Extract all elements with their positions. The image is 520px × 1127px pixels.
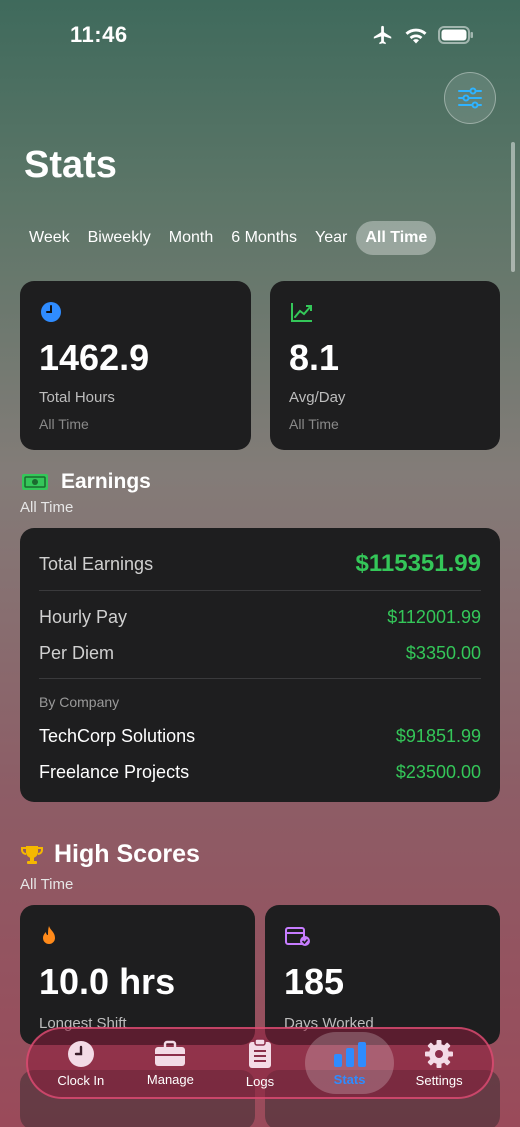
total-hours-value: 1462.9: [39, 337, 150, 378]
high-scores-period: All Time: [20, 876, 74, 893]
company-row: Freelance Projects $23500.00: [39, 762, 481, 783]
scroll-indicator[interactable]: [511, 142, 515, 272]
avg-day-label: Avg/Day: [289, 389, 346, 406]
range-tab-all-time[interactable]: All Time: [356, 221, 437, 255]
per-diem-label: Per Diem: [39, 643, 115, 663]
earnings-title: Earnings: [61, 470, 151, 493]
avg-day-period: All Time: [289, 416, 339, 432]
flame-icon: [43, 926, 55, 944]
avg-day-card: 8.1 Avg/Day All Time: [270, 281, 500, 450]
longest-shift-card: 10.0 hrs Longest Shift: [20, 905, 255, 1045]
company-name: Freelance Projects: [39, 762, 190, 782]
range-tab-6-months[interactable]: 6 Months: [222, 221, 306, 255]
status-bar: 11:46: [0, 0, 520, 70]
clipboard-icon: [248, 1037, 271, 1068]
range-tab-month[interactable]: Month: [160, 221, 222, 255]
total-hours-period: All Time: [39, 416, 89, 432]
days-worked-value: 185: [284, 961, 345, 1002]
clock-icon: [41, 302, 61, 322]
company-name: TechCorp Solutions: [39, 726, 196, 746]
hourly-pay-row: Hourly Pay $112001.99: [39, 607, 481, 628]
trophy-icon: [21, 846, 43, 864]
status-icons: [372, 24, 474, 46]
sliders-icon: [458, 87, 482, 109]
longest-shift-value: 10.0 hrs: [39, 961, 176, 1002]
tab-label: Manage: [146, 1071, 194, 1087]
days-worked-card: 185 Days Worked: [265, 905, 500, 1045]
tab-bar: Clock In Manage Logs Stats Settings: [26, 1027, 494, 1099]
divider: [39, 678, 481, 679]
filter-button[interactable]: [444, 72, 496, 124]
per-diem-value: $3350.00: [405, 643, 481, 663]
range-tab-biweekly[interactable]: Biweekly: [79, 221, 160, 255]
tab-label: Clock In: [57, 1072, 105, 1088]
gear-icon: [425, 1039, 454, 1068]
total-earnings-value: $115351.99: [355, 550, 481, 577]
company-row: TechCorp Solutions $91851.99: [39, 726, 481, 747]
earnings-period: All Time: [20, 499, 74, 516]
airplane-icon: [373, 25, 392, 45]
total-hours-card: 1462.9 Total Hours All Time: [20, 281, 251, 450]
hourly-pay-value: $112001.99: [387, 607, 481, 627]
money-icon: [22, 474, 48, 490]
tab-label: Settings: [415, 1072, 463, 1088]
tab-manage[interactable]: Manage: [126, 1032, 216, 1094]
earnings-card: Total Earnings $115351.99 Hourly Pay $11…: [20, 528, 500, 802]
total-earnings-label: Total Earnings: [39, 553, 154, 574]
bar-chart-icon: [333, 1041, 366, 1067]
high-scores-title: High Scores: [54, 840, 200, 868]
tab-settings[interactable]: Settings: [394, 1032, 484, 1094]
briefcase-icon: [155, 1040, 186, 1066]
range-tab-year[interactable]: Year: [306, 221, 356, 255]
hourly-pay-label: Hourly Pay: [39, 607, 128, 627]
page-title: Stats: [24, 144, 117, 186]
tab-logs[interactable]: Logs: [215, 1032, 305, 1094]
divider: [39, 590, 481, 591]
clock-icon: [67, 1040, 94, 1067]
range-tabs: Week Biweekly Month 6 Months Year All Ti…: [20, 220, 500, 256]
tab-label: Stats: [333, 1071, 366, 1087]
status-time: 11:46: [70, 22, 128, 47]
battery-icon: [438, 26, 473, 44]
calendar-check-icon: [285, 927, 310, 946]
total-hours-label: Total Hours: [39, 389, 115, 406]
trend-up-icon: [291, 303, 312, 322]
company-value: $91851.99: [395, 726, 481, 746]
company-value: $23500.00: [395, 762, 481, 782]
total-earnings-row: Total Earnings $115351.99: [39, 550, 481, 578]
tab-stats[interactable]: Stats: [304, 1032, 395, 1094]
avg-day-value: 8.1: [289, 337, 340, 378]
wifi-icon: [405, 28, 427, 44]
tab-label: Logs: [245, 1073, 275, 1089]
by-company-label: By Company: [39, 694, 120, 710]
per-diem-row: Per Diem $3350.00: [39, 643, 481, 664]
range-tab-week[interactable]: Week: [20, 221, 79, 255]
tab-clock-in[interactable]: Clock In: [36, 1032, 126, 1094]
